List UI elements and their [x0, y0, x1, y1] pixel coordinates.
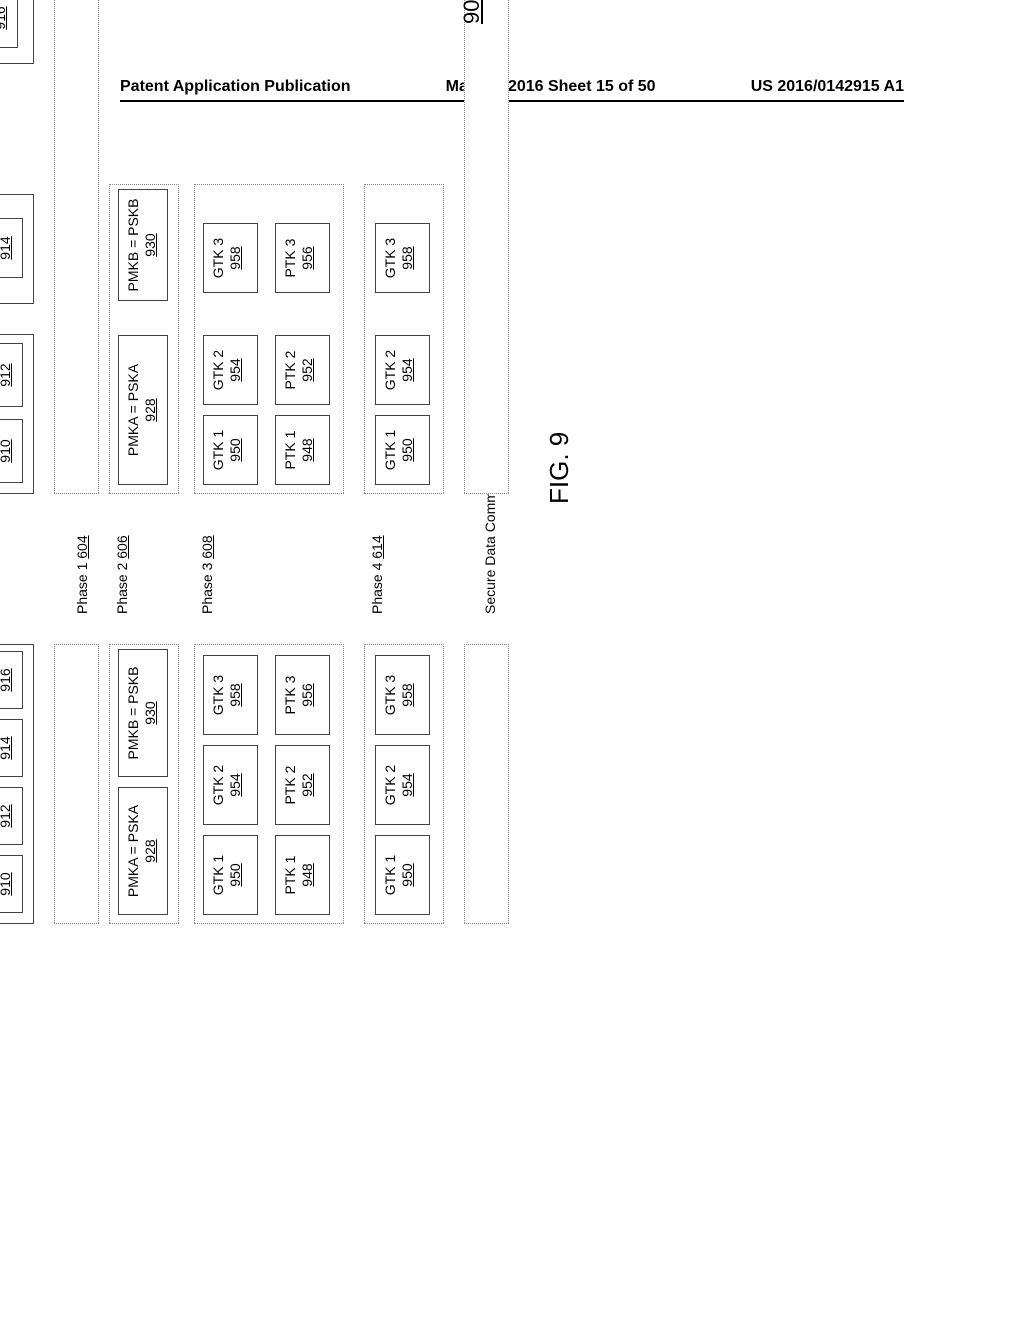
sta-rat1: RAT1 910 [0, 855, 23, 913]
p4-sta-gtk3: GTK 3 958 [375, 655, 430, 735]
phase3-label: Phase 3 608 [199, 535, 215, 614]
phase1-sta [54, 644, 99, 924]
p4-ap-gtk3: GTK 3 958 [375, 223, 430, 293]
p3-ap-ptk2: PTK 2 952 [275, 335, 330, 405]
apb-rat3: RAT3 914 [0, 218, 23, 278]
sta-rat3: RAT3 914 [0, 719, 23, 777]
phase1-label: Phase 1 604 [74, 535, 90, 614]
p4-ap-gtk1: GTK 1 950 [375, 415, 430, 485]
sta-ratn: RATN 916 [0, 651, 23, 709]
sta-box: STA 102 PSK A 918 PSK B 920 RAT1 910 RAT… [0, 644, 34, 924]
sta-rat2: RAT2 912 [0, 787, 23, 845]
phase2-sta: PMKA = PSKA 928 PMKB = PSKB 930 [109, 644, 179, 924]
p3-ap-ptk3: PTK 3 956 [275, 223, 330, 293]
network-box: Network 908 RATN 916 [0, 0, 34, 64]
p3-sta-gtk3: GTK 3 958 [203, 655, 258, 735]
network-ratn: RATN 916 [0, 0, 18, 48]
p3-ap-gtk1: GTK 1 950 [203, 415, 258, 485]
secure-ap [464, 0, 509, 494]
header-right: US 2016/0142915 A1 [751, 78, 904, 96]
phase4-sta: GTK 1 950 GTK 2 954 GTK 3 958 [364, 644, 444, 924]
figure-ref: 900 [459, 0, 485, 24]
secure-sta [464, 644, 509, 924]
apa-rat1: RAT1 910 [0, 419, 23, 483]
p3-sta-ptk3: PTK 3 956 [275, 655, 330, 735]
p4-ap-gtk2: GTK 2 954 [375, 335, 430, 405]
phase4-label: Phase 4 614 [369, 535, 385, 614]
p3-sta-gtk1: GTK 1 950 [203, 835, 258, 915]
phase2-sta-pmka: PMKA = PSKA 928 [118, 787, 168, 915]
p4-sta-gtk1: GTK 1 950 [375, 835, 430, 915]
p4-sta-gtk2: GTK 2 954 [375, 745, 430, 825]
p3-sta-gtk2: GTK 2 954 [203, 745, 258, 825]
p3-ap-ptk1: PTK 1 948 [275, 415, 330, 485]
p3-ap-gtk2: GTK 2 954 [203, 335, 258, 405]
phase3-sta: GTK 1 950 GTK 2 954 GTK 3 958 PTK 1 948 … [194, 644, 344, 924]
apa-rat2: RAT2 912 [0, 343, 23, 407]
p3-ap-gtk3: GTK 3 958 [203, 223, 258, 293]
phase1-ap [54, 0, 99, 494]
phase2-ap: PMKA = PSKA 928 PMKB = PSKB 930 [109, 184, 179, 494]
figure-label: FIG. 9 [544, 432, 575, 504]
p3-sta-ptk1: PTK 1 948 [275, 835, 330, 915]
phase4-ap: GTK 1 950 GTK 2 954 GTK 3 958 [364, 184, 444, 494]
p3-sta-ptk2: PTK 2 952 [275, 745, 330, 825]
apb-box: AP B 904 PSK B 920 RAT3 914 [0, 194, 34, 304]
apa-box: AP A 902 PSK A 918 RAT1 910 RAT2 912 [0, 334, 34, 494]
phase2-ap-pmkb: PMKB = PSKB 930 [118, 189, 168, 301]
figure-9: STA 102 PSK A 918 PSK B 920 RAT1 910 RAT… [0, 0, 688, 944]
phase2-sta-pmkb: PMKB = PSKB 930 [118, 649, 168, 777]
phase2-ap-pmka: PMKA = PSKA 928 [118, 335, 168, 485]
phase2-label: Phase 2 606 [114, 535, 130, 614]
phase3-ap: GTK 1 950 GTK 2 954 GTK 3 958 PTK 1 948 … [194, 184, 344, 494]
